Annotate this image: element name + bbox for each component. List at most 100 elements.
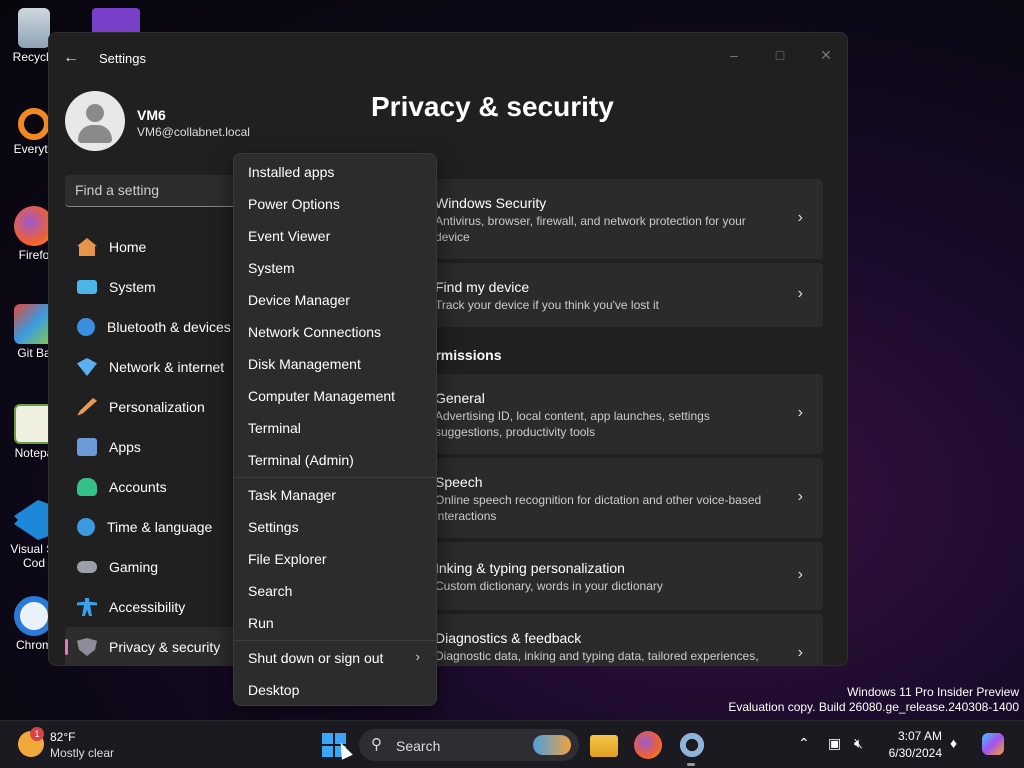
menu-item-file-explorer[interactable]: File Explorer: [248, 551, 327, 567]
menu-item-event-viewer[interactable]: Event Viewer: [248, 228, 330, 244]
sidebar-item-bluetooth[interactable]: Bluetooth & devices: [65, 307, 255, 347]
maximize-button[interactable]: □: [765, 43, 795, 67]
menu-separator: [234, 640, 436, 641]
card-windows-security[interactable]: Windows Security Antivirus, browser, fir…: [419, 179, 823, 259]
chevron-right-icon: ›: [797, 285, 803, 302]
card-speech[interactable]: Speech Online speech recognition for dic…: [419, 458, 823, 538]
chevron-right-icon: ›: [797, 404, 803, 421]
weather-badge: 1: [30, 727, 44, 741]
minimize-button[interactable]: –: [719, 43, 749, 67]
sidebar-item-privacy-security[interactable]: Privacy & security: [65, 627, 255, 665]
network-icon[interactable]: ▣: [828, 735, 841, 752]
sidebar-item-apps[interactable]: Apps: [65, 427, 255, 467]
card-title: Inking & typing personalization: [435, 560, 625, 576]
menu-item-disk-management[interactable]: Disk Management: [248, 356, 361, 372]
menu-item-run[interactable]: Run: [248, 615, 274, 631]
card-desc: Online speech recognition for dictation …: [435, 493, 762, 523]
card-desc: Antivirus, browser, firewall, and networ…: [435, 214, 746, 244]
menu-item-desktop[interactable]: Desktop: [248, 682, 299, 698]
firefox-icon[interactable]: [634, 731, 662, 759]
card-inking-typing[interactable]: Inking & typing personalization Custom d…: [419, 542, 823, 610]
close-button[interactable]: ✕: [811, 43, 841, 67]
clock-date[interactable]: 6/30/2024: [876, 746, 942, 760]
recycle-bin-icon: [18, 8, 50, 48]
evaluation-watermark: Windows 11 Pro Insider Preview Evaluatio…: [728, 685, 1019, 715]
title-bar: ← Settings – □ ✕: [49, 33, 847, 83]
sidebar-item-label: Home: [109, 239, 147, 255]
clock-time[interactable]: 3:07 AM: [888, 729, 942, 743]
card-diagnostics-feedback[interactable]: Diagnostics & feedback Diagnostic data, …: [419, 614, 823, 665]
globe-clock-icon: [77, 518, 95, 536]
person-icon: [77, 478, 97, 496]
bluetooth-icon: [77, 318, 95, 336]
page-title: Privacy & security: [371, 91, 614, 122]
notification-bell-icon[interactable]: ♦: [950, 735, 957, 751]
menu-item-settings[interactable]: Settings: [248, 519, 299, 535]
window-title: Settings: [99, 51, 146, 66]
menu-item-system[interactable]: System: [248, 260, 295, 276]
weather-condition[interactable]: Mostly clear: [50, 746, 114, 760]
apps-icon: [77, 438, 97, 456]
menu-item-shut-down-sign-out[interactable]: Shut down or sign out: [248, 650, 383, 666]
sidebar-item-network[interactable]: Network & internet: [65, 347, 255, 387]
search-highlight-icon: [533, 735, 571, 755]
card-desc: Track your device if you think you've lo…: [435, 298, 659, 312]
card-title: Speech: [435, 474, 483, 490]
card-find-my-device[interactable]: Find my device Track your device if you …: [419, 263, 823, 327]
sidebar-item-home[interactable]: Home: [65, 227, 255, 267]
sidebar-item-label: Network & internet: [109, 359, 225, 375]
sidebar-item-label: Accessibility: [109, 599, 186, 615]
volume-muted-icon[interactable]: 🔇︎: [854, 735, 863, 752]
sidebar-item-accessibility[interactable]: Accessibility: [65, 587, 255, 627]
card-desc: Advertising ID, local content, app launc…: [435, 409, 710, 439]
weather-temp[interactable]: 82°F: [50, 730, 75, 744]
menu-item-device-manager[interactable]: Device Manager: [248, 292, 350, 308]
sidebar-item-time-language[interactable]: Time & language: [65, 507, 255, 547]
avatar-head: [86, 104, 104, 122]
sidebar-item-label: Apps: [109, 439, 141, 455]
avatar[interactable]: [65, 91, 125, 151]
chevron-right-icon: ›: [415, 649, 420, 664]
settings-gear-icon[interactable]: [678, 731, 706, 759]
card-general[interactable]: General Advertising ID, local content, a…: [419, 374, 823, 454]
brush-icon: [77, 398, 97, 416]
taskbar-search[interactable]: ⚲ Search: [359, 729, 579, 761]
sidebar-item-label: Privacy & security: [109, 639, 221, 655]
sidebar-item-gaming[interactable]: Gaming: [65, 547, 255, 587]
power-user-menu: Installed apps Power Options Event Viewe…: [233, 153, 437, 706]
menu-item-task-manager[interactable]: Task Manager: [248, 487, 336, 503]
menu-item-power-options[interactable]: Power Options: [248, 196, 340, 212]
sidebar-item-personalization[interactable]: Personalization: [65, 387, 255, 427]
card-title: Windows Security: [435, 195, 547, 211]
sidebar-item-label: System: [109, 279, 156, 295]
settings-window: ← Settings – □ ✕ VM6 VM6@collabnet.local…: [48, 32, 848, 666]
watermark-line-2: Evaluation copy. Build 26080.ge_release.…: [728, 700, 1019, 714]
card-title: General: [435, 390, 485, 406]
sidebar-item-label: Personalization: [109, 399, 205, 415]
chevron-right-icon: ›: [797, 644, 803, 661]
card-title: Diagnostics & feedback: [435, 630, 582, 646]
sidebar-item-accounts[interactable]: Accounts: [65, 467, 255, 507]
avatar-body: [78, 125, 112, 143]
chevron-up-icon[interactable]: ⌃: [798, 735, 810, 752]
copilot-icon[interactable]: [982, 733, 1004, 755]
menu-item-search[interactable]: Search: [248, 583, 292, 599]
chevron-right-icon: ›: [797, 209, 803, 226]
taskbar: 1 82°F Mostly clear ⚲ Search ⌃ ▣ 🔇︎ 3:07…: [0, 720, 1024, 768]
find-setting-input[interactable]: Find a setting: [65, 175, 249, 207]
menu-item-computer-management[interactable]: Computer Management: [248, 388, 395, 404]
user-email: VM6@collabnet.local: [137, 125, 250, 139]
monitor-icon: [77, 280, 97, 294]
windows-logo-tile: [322, 733, 333, 744]
shield-icon: [77, 638, 97, 656]
gamepad-icon: [77, 561, 97, 573]
menu-item-terminal[interactable]: Terminal: [248, 420, 301, 436]
file-explorer-icon[interactable]: [590, 735, 618, 757]
menu-item-installed-apps[interactable]: Installed apps: [248, 164, 334, 180]
menu-item-terminal-admin[interactable]: Terminal (Admin): [248, 452, 354, 468]
wifi-icon: [77, 358, 97, 376]
everything-search-icon: [18, 108, 50, 140]
sidebar-item-system[interactable]: System: [65, 267, 255, 307]
back-arrow-icon[interactable]: ←: [63, 49, 83, 69]
menu-item-network-connections[interactable]: Network Connections: [248, 324, 381, 340]
